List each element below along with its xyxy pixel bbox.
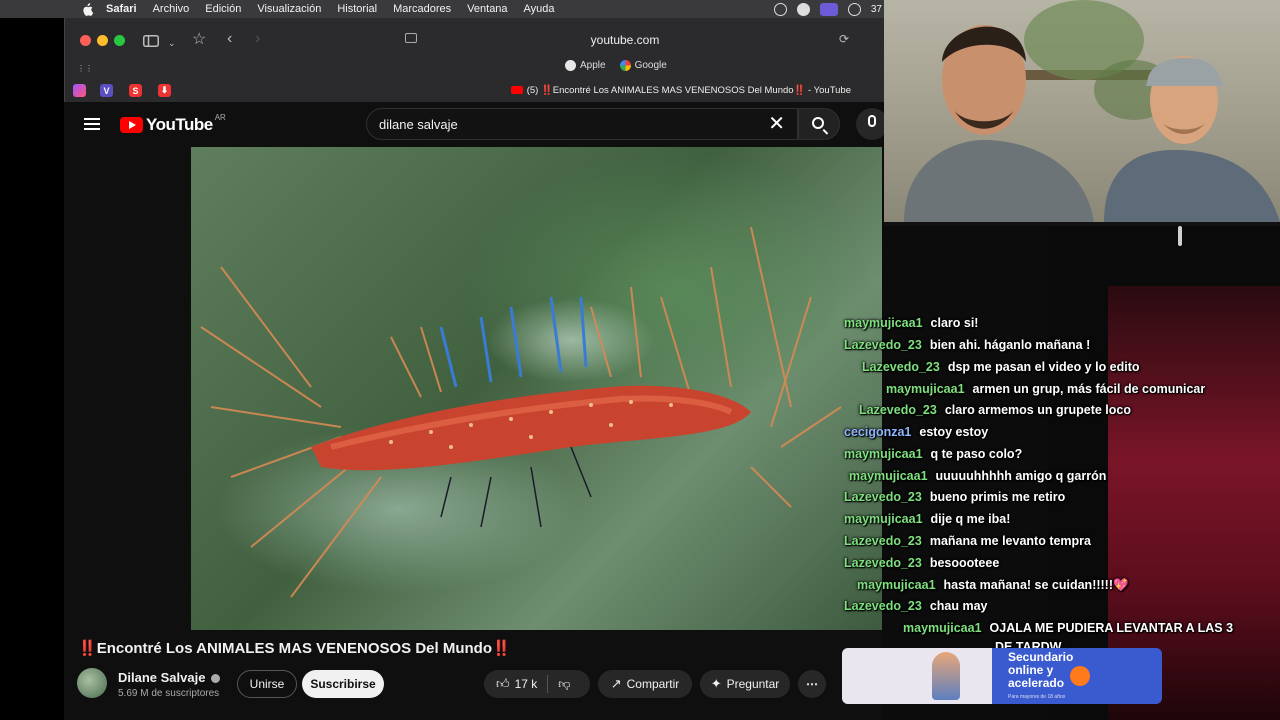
page-menu-icon[interactable]: [405, 33, 417, 43]
favorites-bar: Apple Google: [565, 60, 667, 71]
menubar-tray: 37: [773, 0, 884, 18]
chat-message: maymujicaa1 claro si!: [844, 316, 979, 330]
search-input[interactable]: dilane salvaje ✕: [366, 108, 798, 140]
chat-message: maymujicaa1 q te paso colo?: [844, 447, 1023, 461]
search-query: dilane salvaje: [379, 117, 458, 132]
favorite-apple[interactable]: Apple: [565, 60, 606, 71]
chat-message: Lazevedo_23 besoooteee: [844, 556, 1000, 570]
share-button[interactable]: ↗ Compartir: [598, 670, 692, 698]
sidebar-icon[interactable]: [143, 35, 159, 49]
apple-icon[interactable]: [80, 2, 94, 16]
ask-button[interactable]: ✦ Preguntar: [700, 670, 790, 698]
menu-archivo[interactable]: Archivo: [153, 3, 190, 15]
like-dislike-group: 👍︎ 17 k 👎︎: [484, 670, 590, 698]
ad-headline: Secundario online y acelerado: [1008, 650, 1074, 690]
screen-record-icon[interactable]: [819, 2, 838, 16]
chat-message: maymujicaa1 hasta mañana! se cuidan!!!!!💖: [857, 578, 1129, 592]
extension-v-icon[interactable]: V: [100, 84, 113, 97]
desktop-background: [0, 18, 64, 720]
chat-message: Lazevedo_23 claro armemos un grupete loco: [859, 403, 1131, 417]
url-text: youtube.com: [590, 33, 660, 47]
chat-message: maymujicaa1 dije q me iba!: [844, 512, 1011, 526]
clear-search-icon[interactable]: ✕: [768, 113, 785, 135]
video-player[interactable]: [191, 147, 882, 630]
chat-message: Lazevedo_23 bien ahi. háganlo mañana !: [844, 338, 1091, 352]
macos-menubar: Safari Archivo Edición Visualización His…: [0, 0, 884, 18]
microphone-icon: [868, 115, 876, 127]
chat-message: Lazevedo_23 bueno primis me retiro: [844, 490, 1066, 504]
ad-banner[interactable]: Secundario online y acelerado Para mayor…: [842, 648, 1162, 704]
minimize-window-button[interactable]: [97, 35, 108, 46]
video-frame-caterpillar: [200, 226, 842, 598]
sparkle-icon: ✦: [710, 676, 722, 691]
menu-visualizacion[interactable]: Visualización: [257, 3, 321, 15]
webcam-overlay: [884, 0, 1280, 222]
like-button[interactable]: 👍︎ 17 k: [484, 676, 537, 692]
like-count: 17 k: [514, 677, 538, 691]
chat-message: maymujicaa1 uuuuuhhhhh amigo q garrón: [849, 469, 1107, 483]
chat-message: maymujicaa1 armen un grup, más fácil de c…: [886, 382, 1206, 396]
menu-safari[interactable]: Safari: [106, 3, 137, 15]
address-bar[interactable]: youtube.com ⟳: [395, 29, 855, 51]
forward-icon[interactable]: ›: [255, 31, 260, 47]
app-status-icon[interactable]: [796, 2, 810, 16]
back-icon[interactable]: ‹: [227, 31, 232, 47]
search-button[interactable]: [798, 108, 840, 140]
subscriber-count: 5.69 M de suscriptores: [118, 688, 220, 699]
menu-edicion[interactable]: Edición: [205, 3, 241, 15]
chat-scrollbar[interactable]: [1178, 226, 1182, 246]
verified-icon: [211, 674, 221, 684]
menu-marcadores[interactable]: Marcadores: [393, 3, 451, 15]
thumbs-down-icon: 👎︎: [558, 676, 571, 691]
channel-avatar[interactable]: [77, 668, 107, 698]
webcam-people-image: [904, 0, 1280, 222]
menu-historial[interactable]: Historial: [337, 3, 377, 15]
extension-s-icon[interactable]: S: [129, 84, 142, 97]
chat-message: maymujicaa1 OJALA ME PUDIERA LEVANTAR A L…: [903, 621, 1234, 635]
tray-clock: 37: [870, 3, 882, 15]
ad-fineprint: Para mayores de 18 años: [1008, 694, 1066, 700]
play-status-icon[interactable]: [847, 2, 861, 16]
channel-name[interactable]: Dilane Salvaje: [118, 670, 221, 685]
menu-ventana[interactable]: Ventana: [467, 3, 507, 15]
menu-ayuda[interactable]: Ayuda: [524, 3, 555, 15]
youtube-play-icon: [120, 117, 143, 133]
tab-active[interactable]: (5) ‼️Encontré Los ANIMALES MAS VENENOSO…: [510, 85, 851, 96]
dislike-button[interactable]: 👎︎: [558, 677, 570, 692]
ad-image: [842, 648, 992, 704]
close-window-button[interactable]: [80, 35, 91, 46]
subscribe-button[interactable]: Suscribirse: [302, 670, 384, 698]
download-extension-icon[interactable]: ⬇: [158, 84, 171, 97]
reload-icon[interactable]: ⟳: [839, 32, 849, 46]
grid-icon[interactable]: ⋮⋮: [77, 62, 93, 76]
hamburger-menu-icon[interactable]: [84, 118, 100, 130]
favorite-google[interactable]: Google: [619, 60, 667, 71]
youtube-header: YouTube AR dilane salvaje ✕: [64, 102, 888, 147]
google-favicon-icon: [619, 60, 631, 71]
apple-favicon-icon: [565, 60, 576, 71]
chat-message: Lazevedo_23 mañana me levanto tempra: [844, 534, 1091, 548]
chat-message: Lazevedo_23 chau may: [844, 599, 988, 613]
chevron-down-icon[interactable]: ⌄: [168, 36, 176, 50]
safari-toolbar: ⌄ ☆ ‹ › youtube.com ⟳ ⋮⋮ Apple Google V …: [64, 18, 885, 102]
thumbs-up-icon: 👍︎: [496, 676, 510, 691]
zoom-window-button[interactable]: [114, 35, 125, 46]
join-button[interactable]: Unirse: [237, 670, 297, 698]
chat-message: cecigonza1 estoy estoy: [844, 425, 989, 439]
more-actions-button[interactable]: ⋯: [798, 670, 826, 698]
extension-icon[interactable]: [73, 84, 86, 97]
camera-status-icon[interactable]: [773, 2, 787, 16]
ad-badge-icon: [1070, 666, 1090, 686]
video-title: ‼️Encontré Los ANIMALES MAS VENENOSOS De…: [78, 640, 511, 657]
bookmark-star-icon[interactable]: ☆: [192, 32, 206, 48]
tab-bar: V S ⬇ (5) ‼️Encontré Los ANIMALES MAS VE…: [65, 82, 885, 102]
youtube-page: YouTube AR dilane salvaje ✕ ‼️Encontré L…: [64, 102, 888, 720]
search-icon: [812, 117, 824, 129]
share-icon: ↗: [610, 676, 622, 691]
chat-message: Lazevedo_23 dsp me pasan el video y lo ed…: [862, 360, 1140, 374]
youtube-favicon-icon: [510, 86, 523, 95]
ad-person-illustration: [932, 652, 960, 700]
youtube-logo[interactable]: YouTube AR: [120, 113, 226, 135]
